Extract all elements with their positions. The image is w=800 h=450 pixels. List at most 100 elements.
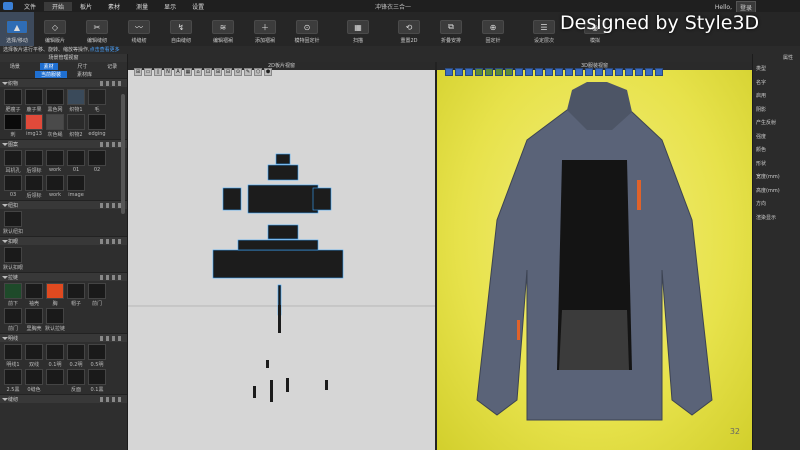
toolbar-button[interactable]: ↯ 自由缝纫 [160, 12, 202, 46]
toolbar-button[interactable]: ⊙ 模特固定针 [286, 12, 328, 46]
material-item[interactable]: 0缝色 [24, 369, 44, 393]
material-thumbnail [25, 283, 43, 299]
property-row[interactable]: 名字 [753, 76, 800, 90]
menu-item-settings[interactable]: 设置 [184, 2, 212, 11]
section-action-icons[interactable] [100, 81, 124, 86]
material-item[interactable]: 反面 [66, 369, 86, 393]
material-label: 0缝色 [27, 387, 41, 393]
section-action-icons[interactable] [100, 336, 124, 341]
material-item[interactable] [45, 369, 65, 393]
hint-link[interactable]: 点击查看更多 [90, 47, 120, 53]
property-row[interactable]: 形状 [753, 157, 800, 171]
toolbar-button[interactable]: ＋ 添加褶裥 [244, 12, 286, 46]
menu-item-pattern[interactable]: 板片 [72, 2, 100, 11]
material-item[interactable]: 毛 [87, 89, 107, 113]
material-item[interactable]: 默认拉链 [45, 308, 65, 332]
material-label: image [68, 192, 84, 198]
property-row[interactable]: 产生反射 [753, 116, 800, 130]
section-action-icons[interactable] [100, 239, 124, 244]
section-action-icons[interactable] [100, 397, 124, 402]
material-item[interactable]: 肥瘦子 [3, 89, 23, 113]
subtab-current-garment[interactable]: 当前服装 [34, 70, 67, 78]
material-item[interactable]: 黑色网 [45, 89, 65, 113]
section-header[interactable]: 扣眼 [0, 236, 127, 245]
menu-item-start[interactable]: 开始 [44, 1, 73, 11]
subtab-library[interactable]: 素材库 [77, 71, 92, 78]
property-row[interactable]: 宽度(mm) [753, 170, 800, 184]
tab-scene[interactable]: 场景 [10, 63, 20, 70]
toolbar-button[interactable]: ⊕ 固定针 [472, 12, 514, 46]
toolbar-button[interactable]: ⟲ 重置2D [388, 12, 430, 46]
section-action-icons[interactable] [100, 275, 124, 280]
material-item[interactable]: 0.1明 [45, 344, 65, 368]
material-item[interactable]: 后领标 [24, 175, 44, 199]
material-item[interactable]: 帽子 [66, 283, 86, 307]
toolbar-button[interactable]: ✂ 编辑缝纫 [76, 12, 118, 46]
garment-3d-view[interactable]: 3D服装视窗 32 [437, 62, 752, 450]
material-item[interactable]: work [45, 150, 65, 174]
property-row[interactable]: 类型 [753, 62, 800, 76]
property-row[interactable]: 渲染显示 [753, 211, 800, 225]
section-title: 明线 [8, 335, 19, 342]
toolbar-icon: ≋ [212, 20, 234, 34]
toolbar-button[interactable]: ▲ 选择/移动 [0, 12, 34, 46]
section-header[interactable]: 拉链 [0, 272, 127, 281]
jacket-model[interactable] [437, 70, 752, 450]
material-item[interactable]: 前门 [87, 283, 107, 307]
toolbar-button[interactable]: ◇ 编辑版片 [34, 12, 76, 46]
property-row[interactable]: 颜色 [753, 143, 800, 157]
section-header[interactable]: 图案 [0, 139, 127, 148]
property-row[interactable]: 启用 [753, 89, 800, 103]
material-item[interactable]: 灰色绳 [45, 114, 65, 138]
menu-item-display[interactable]: 显示 [156, 2, 184, 11]
material-item[interactable]: 织物1 [66, 89, 86, 113]
toolbar-icon: ⟲ [398, 20, 420, 34]
material-item[interactable]: 后领标 [24, 150, 44, 174]
material-item[interactable]: 02 [87, 150, 107, 174]
toolbar-button[interactable]: ▦ 扫描 [328, 12, 388, 46]
panel-scrollbar[interactable] [121, 94, 125, 214]
material-item[interactable]: 前下 [3, 283, 23, 307]
material-item[interactable]: 默认纽扣 [3, 211, 23, 235]
pattern-pieces-canvas[interactable] [128, 70, 435, 450]
property-row[interactable]: 高度(mm) [753, 184, 800, 198]
menu-item-material[interactable]: 素材 [100, 2, 128, 11]
material-item[interactable]: 耳机孔 [3, 150, 23, 174]
material-item[interactable]: image [66, 175, 86, 199]
section-header[interactable]: 纽扣 [0, 200, 127, 209]
material-item[interactable]: 前门 [3, 308, 23, 332]
material-item[interactable]: work [45, 175, 65, 199]
material-item[interactable]: 2.5黑 [3, 369, 23, 393]
pattern-2d-view[interactable]: 2D板片视窗 ⊞ ▭ ▯ N A ▦ ⌂ ⊡ ⊞ ⊟ ⊙ ✎ ⬡ ⬢ [128, 62, 435, 450]
section-header[interactable]: 明线 [0, 333, 127, 342]
menu-item-file[interactable]: 文件 [16, 2, 44, 11]
property-row[interactable]: 方向 [753, 197, 800, 211]
material-item[interactable]: 刺 [3, 114, 23, 138]
material-item[interactable]: 鹿子果 [24, 89, 44, 113]
material-item[interactable]: 织物2 [66, 114, 86, 138]
material-item[interactable]: edging [87, 114, 107, 138]
material-item[interactable]: 默认扣眼 [3, 247, 23, 271]
material-item[interactable]: 袖壳 [24, 283, 44, 307]
material-item[interactable]: 0.1黑 [87, 369, 107, 393]
property-row[interactable]: 强度 [753, 130, 800, 144]
material-item[interactable]: 明线1 [3, 344, 23, 368]
material-item[interactable]: 01 [66, 150, 86, 174]
material-item[interactable]: 双线 [24, 344, 44, 368]
toolbar-button[interactable]: 〰线缝纫 [118, 12, 160, 46]
tab-history[interactable]: 记录 [107, 63, 117, 70]
menu-item-measure[interactable]: 测量 [128, 2, 156, 11]
material-item[interactable]: 0.2明 [66, 344, 86, 368]
material-item[interactable]: 03 [3, 175, 23, 199]
property-row[interactable]: 阴影 [753, 103, 800, 117]
tab-size[interactable]: 尺寸 [77, 63, 87, 70]
toolbar-button[interactable]: ≋ 编辑褶裥 [202, 12, 244, 46]
tab-material[interactable]: 素材 [39, 62, 58, 70]
material-item[interactable]: 胸 [45, 283, 65, 307]
material-item[interactable]: 里胸壳 [24, 308, 44, 332]
section-header[interactable]: 缝纫 [0, 394, 127, 403]
material-item[interactable]: img13 [24, 114, 44, 138]
material-item[interactable]: 0.5明 [87, 344, 107, 368]
section-header[interactable]: 织物 [0, 78, 127, 87]
toolbar-button[interactable]: ⧉ 折叠安排 [430, 12, 472, 46]
